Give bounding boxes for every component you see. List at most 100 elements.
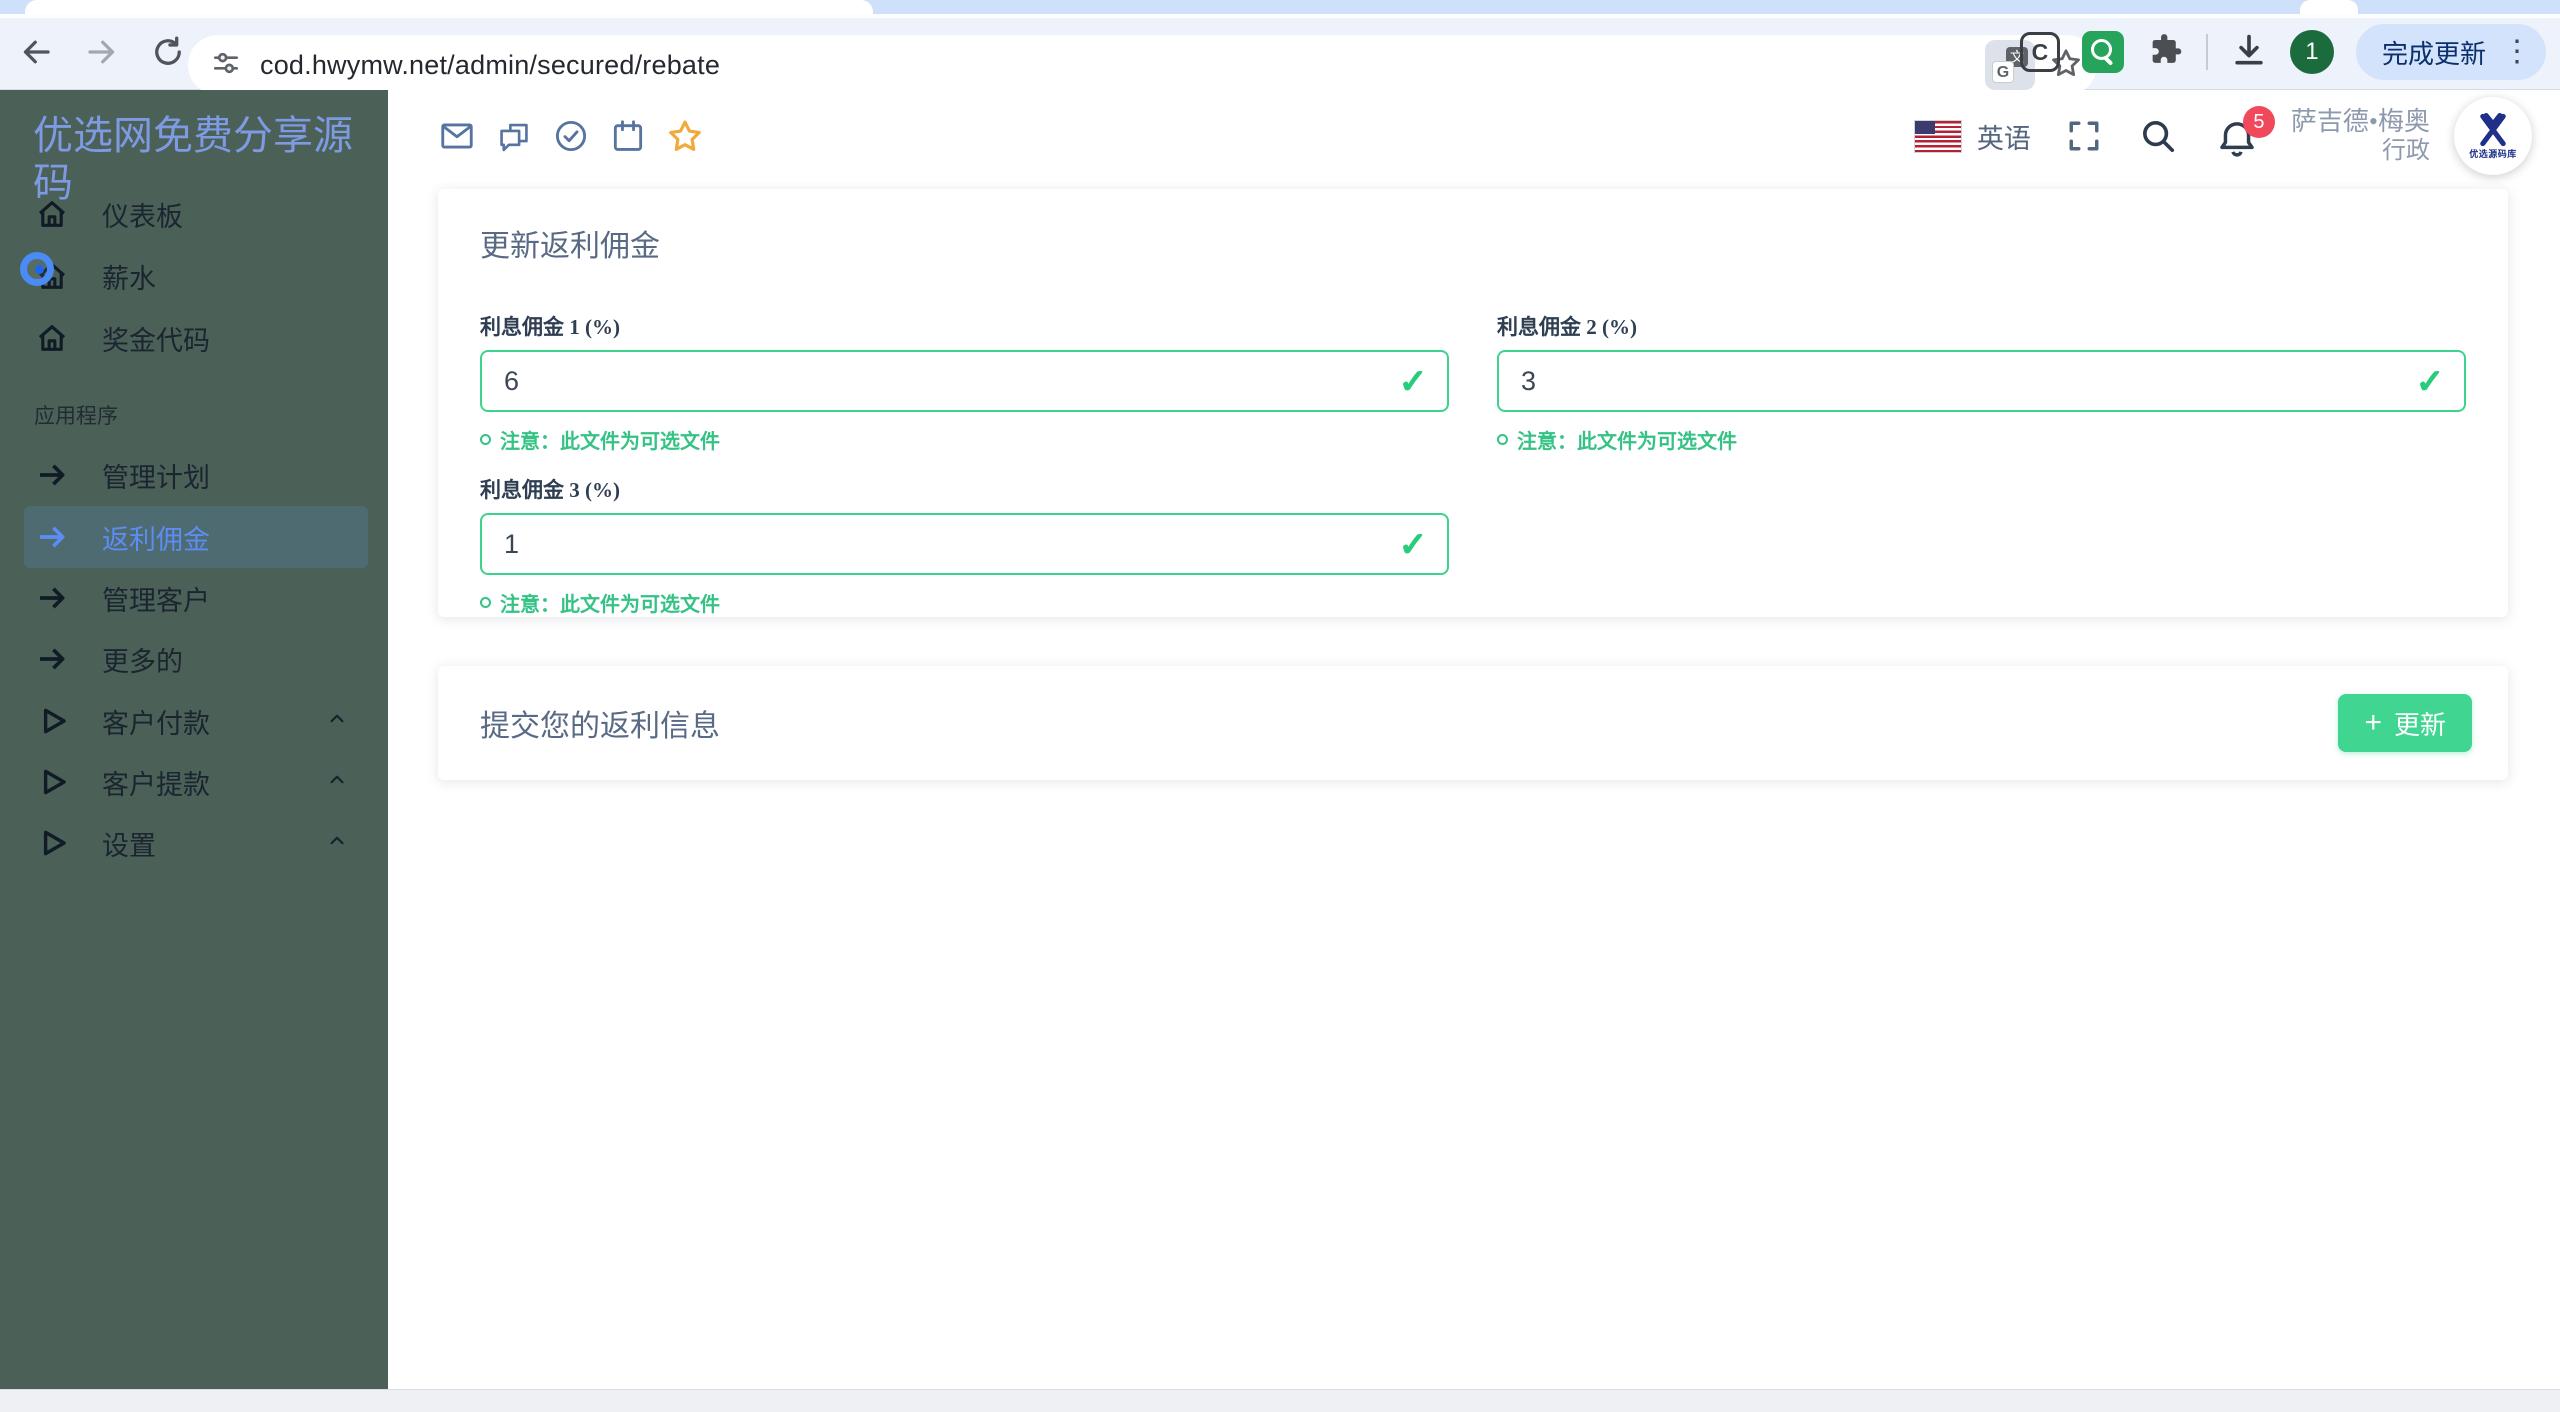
forward-arrow-icon bbox=[88, 40, 115, 64]
url-text: cod.hwymw.net/admin/secured/rebate bbox=[260, 49, 721, 80]
note-circle-icon bbox=[480, 434, 491, 445]
sidebar-item-dashboard[interactable]: 仪表板 bbox=[0, 183, 388, 245]
sidebar-item-label: 奖金代码 bbox=[102, 325, 210, 356]
browser-menu-icon[interactable]: ⋮ bbox=[2502, 37, 2532, 67]
user-avatar[interactable]: 优选源码库 bbox=[2454, 97, 2532, 175]
address-bar[interactable]: cod.hwymw.net/admin/secured/rebate 文G bbox=[188, 35, 2097, 95]
sidebar-item-customer-payments[interactable]: 客户付款 bbox=[0, 690, 388, 752]
field-note: 注意：此文件为可选文件 bbox=[480, 588, 1449, 617]
note-text: 注意：此文件为可选文件 bbox=[500, 431, 720, 453]
web-page: 优选网免费分享源码 仪表板 薪水 奖金代码 应用程序 管理计划 返利佣金 管理客… bbox=[0, 90, 2560, 1389]
toolbar-separator bbox=[2205, 34, 2208, 70]
calendar-icon[interactable] bbox=[609, 117, 647, 155]
sidebar-item-label: 更多的 bbox=[102, 646, 183, 677]
chevron-up-icon[interactable] bbox=[326, 769, 348, 796]
browser-extension-area: C 1 完成更新 ⋮ bbox=[2019, 14, 2546, 90]
tab-strip-notch bbox=[2300, 0, 2358, 14]
arrow-right-icon bbox=[34, 457, 70, 493]
submit-card: 提交您的返利信息 + 更新 bbox=[438, 666, 2508, 780]
fullscreen-icon[interactable] bbox=[2065, 117, 2103, 155]
update-button[interactable]: + 更新 bbox=[2338, 694, 2472, 752]
extension-c-icon[interactable]: C bbox=[2019, 32, 2060, 72]
header-quick-icons bbox=[438, 90, 704, 182]
sidebar-item-bonus-code[interactable]: 奖金代码 bbox=[0, 307, 388, 369]
extension-search-icon[interactable] bbox=[2081, 31, 2124, 73]
chrome-update-label: 完成更新 bbox=[2381, 39, 2486, 69]
note-circle-icon bbox=[1497, 434, 1508, 445]
us-flag-icon[interactable] bbox=[1913, 119, 1962, 153]
chat-icon[interactable] bbox=[495, 117, 533, 155]
home-icon bbox=[34, 320, 70, 356]
plus-icon: + bbox=[2364, 706, 2382, 739]
arrow-right-icon bbox=[34, 519, 70, 555]
arrow-right-icon bbox=[34, 580, 70, 616]
extensions-puzzle-icon[interactable] bbox=[2146, 31, 2184, 74]
sidebar-item-settings[interactable]: 设置 bbox=[0, 812, 388, 874]
field-label: 利息佣金 2 (%) bbox=[1497, 315, 1637, 339]
chevron-up-icon[interactable] bbox=[326, 708, 348, 735]
sidebar-item-salary[interactable]: 薪水 bbox=[0, 245, 388, 307]
page-bottom-strip bbox=[0, 1389, 2560, 1412]
star-icon[interactable] bbox=[666, 117, 704, 155]
note-text: 注意：此文件为可选文件 bbox=[500, 594, 720, 616]
commission-input-3[interactable] bbox=[480, 513, 1449, 575]
sidebar-item-label: 客户提款 bbox=[102, 769, 210, 800]
user-role: 行政 bbox=[2382, 138, 2430, 165]
sidebar-item-rebate-commission[interactable]: 返利佣金 bbox=[24, 506, 368, 568]
form-grid: 利息佣金 1 (%) 注意：此文件为可选文件 利息佣金 2 (%) bbox=[480, 311, 2466, 617]
page-header: 英语 5 萨吉德•梅奥 行政 优选源码库 bbox=[388, 90, 2560, 182]
back-button[interactable] bbox=[16, 32, 56, 72]
back-arrow-icon bbox=[23, 40, 50, 64]
chrome-update-button[interactable]: 完成更新 ⋮ bbox=[2355, 24, 2546, 80]
sidebar-item-manage-plans[interactable]: 管理计划 bbox=[0, 444, 388, 506]
browser-nav-buttons bbox=[16, 14, 188, 90]
reload-icon bbox=[155, 36, 181, 65]
commission-input-wrap bbox=[1497, 350, 2466, 412]
sidebar-section-applications: 应用程序 bbox=[34, 404, 118, 428]
commission-field-2: 利息佣金 2 (%) 注意：此文件为可选文件 bbox=[1497, 311, 2466, 454]
download-icon[interactable] bbox=[2230, 31, 2268, 74]
target-icon bbox=[20, 252, 54, 286]
active-tab[interactable] bbox=[25, 0, 873, 14]
sidebar-item-label: 设置 bbox=[102, 830, 156, 861]
sidebar-item-label: 管理计划 bbox=[102, 462, 210, 493]
chevron-up-icon[interactable] bbox=[326, 830, 348, 857]
tab-strip bbox=[0, 0, 2560, 14]
sidebar-item-label: 薪水 bbox=[102, 263, 156, 294]
header-right-cluster: 英语 5 萨吉德•梅奥 行政 优选源码库 bbox=[1913, 90, 2532, 182]
commission-input-wrap bbox=[480, 350, 1449, 412]
reload-button[interactable] bbox=[148, 32, 188, 72]
home-icon bbox=[34, 196, 70, 232]
language-label[interactable]: 英语 bbox=[1977, 117, 2031, 156]
user-info[interactable]: 萨吉德•梅奥 行政 bbox=[2291, 106, 2430, 166]
sidebar-item-more[interactable]: 更多的 bbox=[0, 628, 388, 690]
sidebar-item-manage-customers[interactable]: 管理客户 bbox=[0, 567, 388, 629]
mail-icon[interactable] bbox=[438, 117, 476, 155]
form-card-title: 更新返利佣金 bbox=[480, 230, 660, 263]
submit-card-title: 提交您的返利信息 bbox=[480, 710, 720, 743]
browser-profile-avatar[interactable]: 1 bbox=[2289, 30, 2334, 74]
sidebar-item-customer-withdrawals[interactable]: 客户提款 bbox=[0, 751, 388, 813]
field-label: 利息佣金 3 (%) bbox=[480, 478, 620, 502]
triangle-right-icon bbox=[34, 825, 70, 861]
rebate-form-card: 更新返利佣金 利息佣金 1 (%) 注意：此文件为可选文件 bbox=[438, 189, 2508, 617]
forward-button[interactable] bbox=[82, 32, 122, 72]
note-text: 注意：此文件为可选文件 bbox=[1517, 431, 1737, 453]
check-circle-icon[interactable] bbox=[552, 117, 590, 155]
site-info-icon[interactable] bbox=[210, 47, 242, 84]
browser-window: cod.hwymw.net/admin/secured/rebate 文G C … bbox=[0, 0, 2560, 1412]
valid-check-icon bbox=[2416, 362, 2445, 402]
search-icon[interactable] bbox=[2139, 117, 2177, 155]
commission-input-2[interactable] bbox=[1497, 350, 2466, 412]
notification-badge: 5 bbox=[2242, 106, 2275, 138]
note-circle-icon bbox=[480, 597, 491, 608]
sidebar: 优选网免费分享源码 仪表板 薪水 奖金代码 应用程序 管理计划 返利佣金 管理客… bbox=[0, 90, 388, 1389]
commission-input-1[interactable] bbox=[480, 350, 1449, 412]
valid-check-icon bbox=[1399, 362, 1428, 402]
sidebar-item-label: 管理客户 bbox=[102, 585, 210, 616]
notifications-bell[interactable]: 5 bbox=[2215, 106, 2275, 160]
field-note: 注意：此文件为可选文件 bbox=[1497, 425, 2466, 454]
browser-toolbar: cod.hwymw.net/admin/secured/rebate 文G C … bbox=[0, 14, 2560, 95]
avatar-caption: 优选源码库 bbox=[2469, 148, 2517, 159]
brand-monogram-icon bbox=[2480, 112, 2506, 146]
